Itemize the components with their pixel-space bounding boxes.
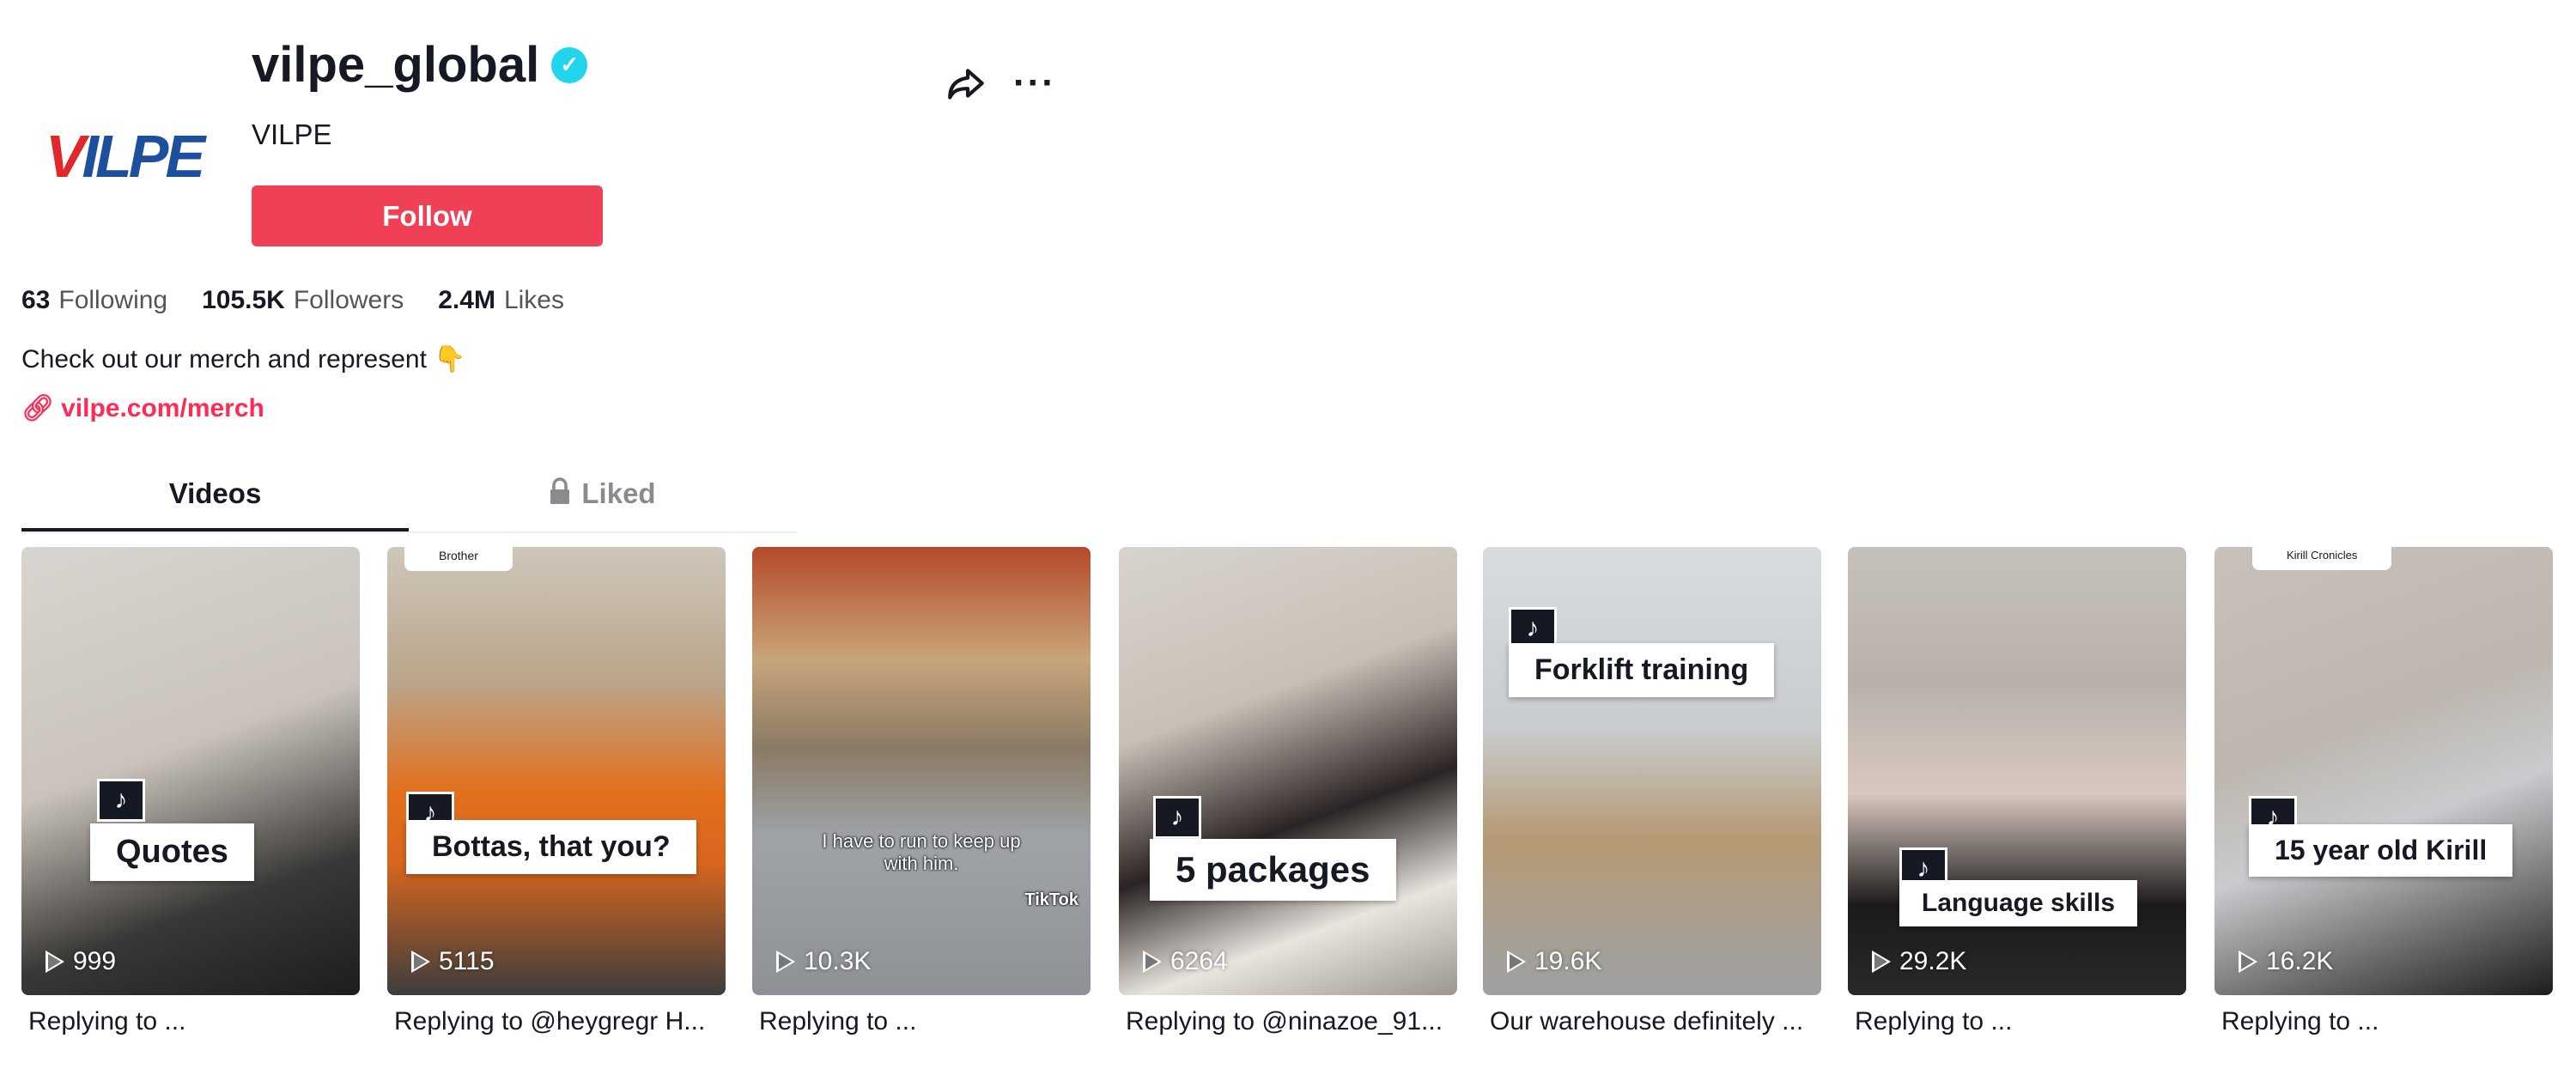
view-count-text: 5115 xyxy=(439,947,495,975)
video-thumbnail[interactable]: ♪ Quotes 999 xyxy=(21,547,360,995)
view-count: 6264 xyxy=(1143,947,1228,976)
following-count: 63 xyxy=(21,286,51,314)
profile-stats: 63 Following 105.5K Followers 2.4M Likes xyxy=(21,286,564,315)
video-caption[interactable]: Replying to @heygregr H... xyxy=(394,1007,732,1036)
following-label: Following xyxy=(58,286,168,314)
play-icon xyxy=(2239,951,2257,973)
view-count: 10.3K xyxy=(776,947,872,976)
profile-tabs: Videos Liked xyxy=(21,477,797,533)
view-count: 5115 xyxy=(411,947,495,976)
video-overlay-text: Quotes xyxy=(90,823,254,881)
link-icon: 🔗︎ xyxy=(21,394,55,422)
view-count-text: 16.2K xyxy=(2266,947,2334,975)
video-overlay-text: Language skills xyxy=(1899,880,2138,926)
tiktok-watermark: TikTok xyxy=(1024,890,1078,909)
follow-button[interactable]: Follow xyxy=(252,185,603,246)
bio-link-text: vilpe.com/merch xyxy=(61,393,264,422)
following-stat[interactable]: 63 Following xyxy=(21,286,167,315)
likes-count: 2.4M xyxy=(438,286,495,314)
play-icon xyxy=(776,951,795,973)
username: vilpe_global ✓ xyxy=(252,36,588,94)
play-icon xyxy=(411,951,430,973)
likes-stat: 2.4M Likes xyxy=(438,286,564,315)
share-icon[interactable] xyxy=(945,64,987,106)
view-count: 999 xyxy=(46,947,117,976)
tab-videos-label: Videos xyxy=(168,477,262,509)
tab-liked-label: Liked xyxy=(581,477,656,509)
video-caption[interactable]: Replying to ... xyxy=(2221,1007,2560,1036)
video-thumbnail[interactable]: ♪ 5 packages 6264 xyxy=(1119,547,1457,995)
view-count: 19.6K xyxy=(1507,947,1602,976)
view-count: 16.2K xyxy=(2239,947,2334,976)
view-count-text: 999 xyxy=(73,947,117,975)
verified-badge-icon: ✓ xyxy=(551,46,588,83)
followers-label: Followers xyxy=(293,286,404,314)
video-caption[interactable]: Replying to ... xyxy=(1855,1007,2193,1036)
tiktok-logo-icon: ♪ xyxy=(1153,796,1201,839)
video-caption[interactable]: Replying to @ninazoe_91... xyxy=(1126,1007,1464,1036)
reply-note: Brother xyxy=(404,547,513,571)
view-count: 29.2K xyxy=(1872,947,1967,976)
avatar[interactable]: VILPE xyxy=(16,49,231,264)
username-text: vilpe_global xyxy=(252,37,540,93)
view-count-text: 10.3K xyxy=(804,947,872,975)
video-overlay-text: 15 year old Kirill xyxy=(2249,824,2513,877)
view-count-text: 29.2K xyxy=(1899,947,1967,975)
play-icon xyxy=(1872,951,1891,973)
vilpe-logo: VILPE xyxy=(45,123,205,190)
video-thumbnail[interactable]: ♪ Forklift training 19.6K xyxy=(1483,547,1821,995)
more-options-icon[interactable]: ··· xyxy=(1013,62,1056,105)
video-caption[interactable]: Replying to ... xyxy=(759,1007,1097,1036)
video-overlay-text: 5 packages xyxy=(1150,839,1396,901)
video-thumbnail[interactable]: I have to run to keep up with him. TikTo… xyxy=(752,547,1091,995)
play-icon xyxy=(1507,951,1526,973)
tab-liked[interactable]: Liked xyxy=(409,477,796,531)
video-thumbnail[interactable]: ♪ Language skills 29.2K xyxy=(1848,547,2186,995)
lock-icon xyxy=(549,477,571,512)
video-caption[interactable]: Our warehouse definitely ... xyxy=(1490,1007,1828,1036)
video-thumbnail[interactable]: Brother ♪ Bottas, that you? 5115 xyxy=(387,547,726,995)
tab-videos[interactable]: Videos xyxy=(21,477,409,531)
nickname: VILPE xyxy=(252,118,332,150)
likes-label: Likes xyxy=(503,286,564,314)
view-count-text: 6264 xyxy=(1170,947,1228,975)
bio-link[interactable]: 🔗︎ vilpe.com/merch xyxy=(21,393,264,423)
followers-count: 105.5K xyxy=(202,286,285,314)
video-caption[interactable]: Replying to ... xyxy=(28,1007,367,1036)
reply-note: Kirill Cronicles xyxy=(2252,547,2392,570)
video-overlay-text: Forklift training xyxy=(1509,643,1775,697)
play-icon xyxy=(46,951,64,973)
view-count-text: 19.6K xyxy=(1534,947,1602,975)
play-icon xyxy=(1143,951,1162,973)
video-thumbnail[interactable]: Kirill Cronicles ♪ 15 year old Kirill 16… xyxy=(2215,547,2553,995)
tiktok-logo-icon: ♪ xyxy=(97,779,145,822)
bio: Check out our merch and represent 👇 xyxy=(21,345,466,374)
video-overlay-text: Bottas, that you? xyxy=(406,820,696,874)
video-subtitle: I have to run to keep up with him. xyxy=(822,830,1021,874)
followers-stat[interactable]: 105.5K Followers xyxy=(202,286,404,315)
